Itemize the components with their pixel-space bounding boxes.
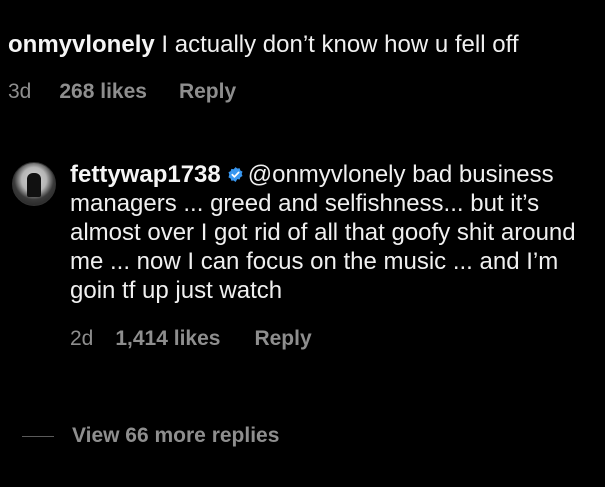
view-more-divider [22, 435, 54, 437]
avatar[interactable] [12, 162, 56, 206]
reply-username[interactable]: fettywap1738 [70, 161, 221, 188]
parent-comment-meta: 3d 268 likes Reply [8, 80, 597, 104]
parent-comment-line: onmyvlonely I actually don’t know how u … [8, 30, 597, 60]
verified-badge-icon [228, 167, 243, 182]
parent-reply-button[interactable]: Reply [179, 80, 236, 104]
parent-username[interactable]: onmyvlonely [8, 31, 155, 58]
reply-comment-text-block: fettywap1738 @onmyvlonely bad business ma… [70, 160, 595, 305]
view-more-replies[interactable]: View 66 more replies [22, 424, 279, 448]
parent-comment-likes[interactable]: 268 likes [59, 80, 147, 104]
mention-link[interactable]: @onmyvlonely [248, 161, 406, 188]
reply-comment-meta: 2d 1,414 likes Reply [70, 327, 595, 351]
avatar-figure [27, 173, 41, 197]
parent-comment: onmyvlonely I actually don’t know how u … [8, 30, 597, 104]
parent-comment-text: I actually don’t know how u fell off [161, 31, 519, 58]
view-more-replies-label[interactable]: View 66 more replies [72, 424, 279, 448]
reply-body: fettywap1738 @onmyvlonely bad business ma… [70, 160, 595, 351]
reply-comment-likes[interactable]: 1,414 likes [115, 327, 220, 351]
parent-comment-time: 3d [8, 80, 32, 103]
reply-reply-button[interactable]: Reply [254, 327, 311, 351]
reply-comment-time: 2d [70, 327, 94, 350]
